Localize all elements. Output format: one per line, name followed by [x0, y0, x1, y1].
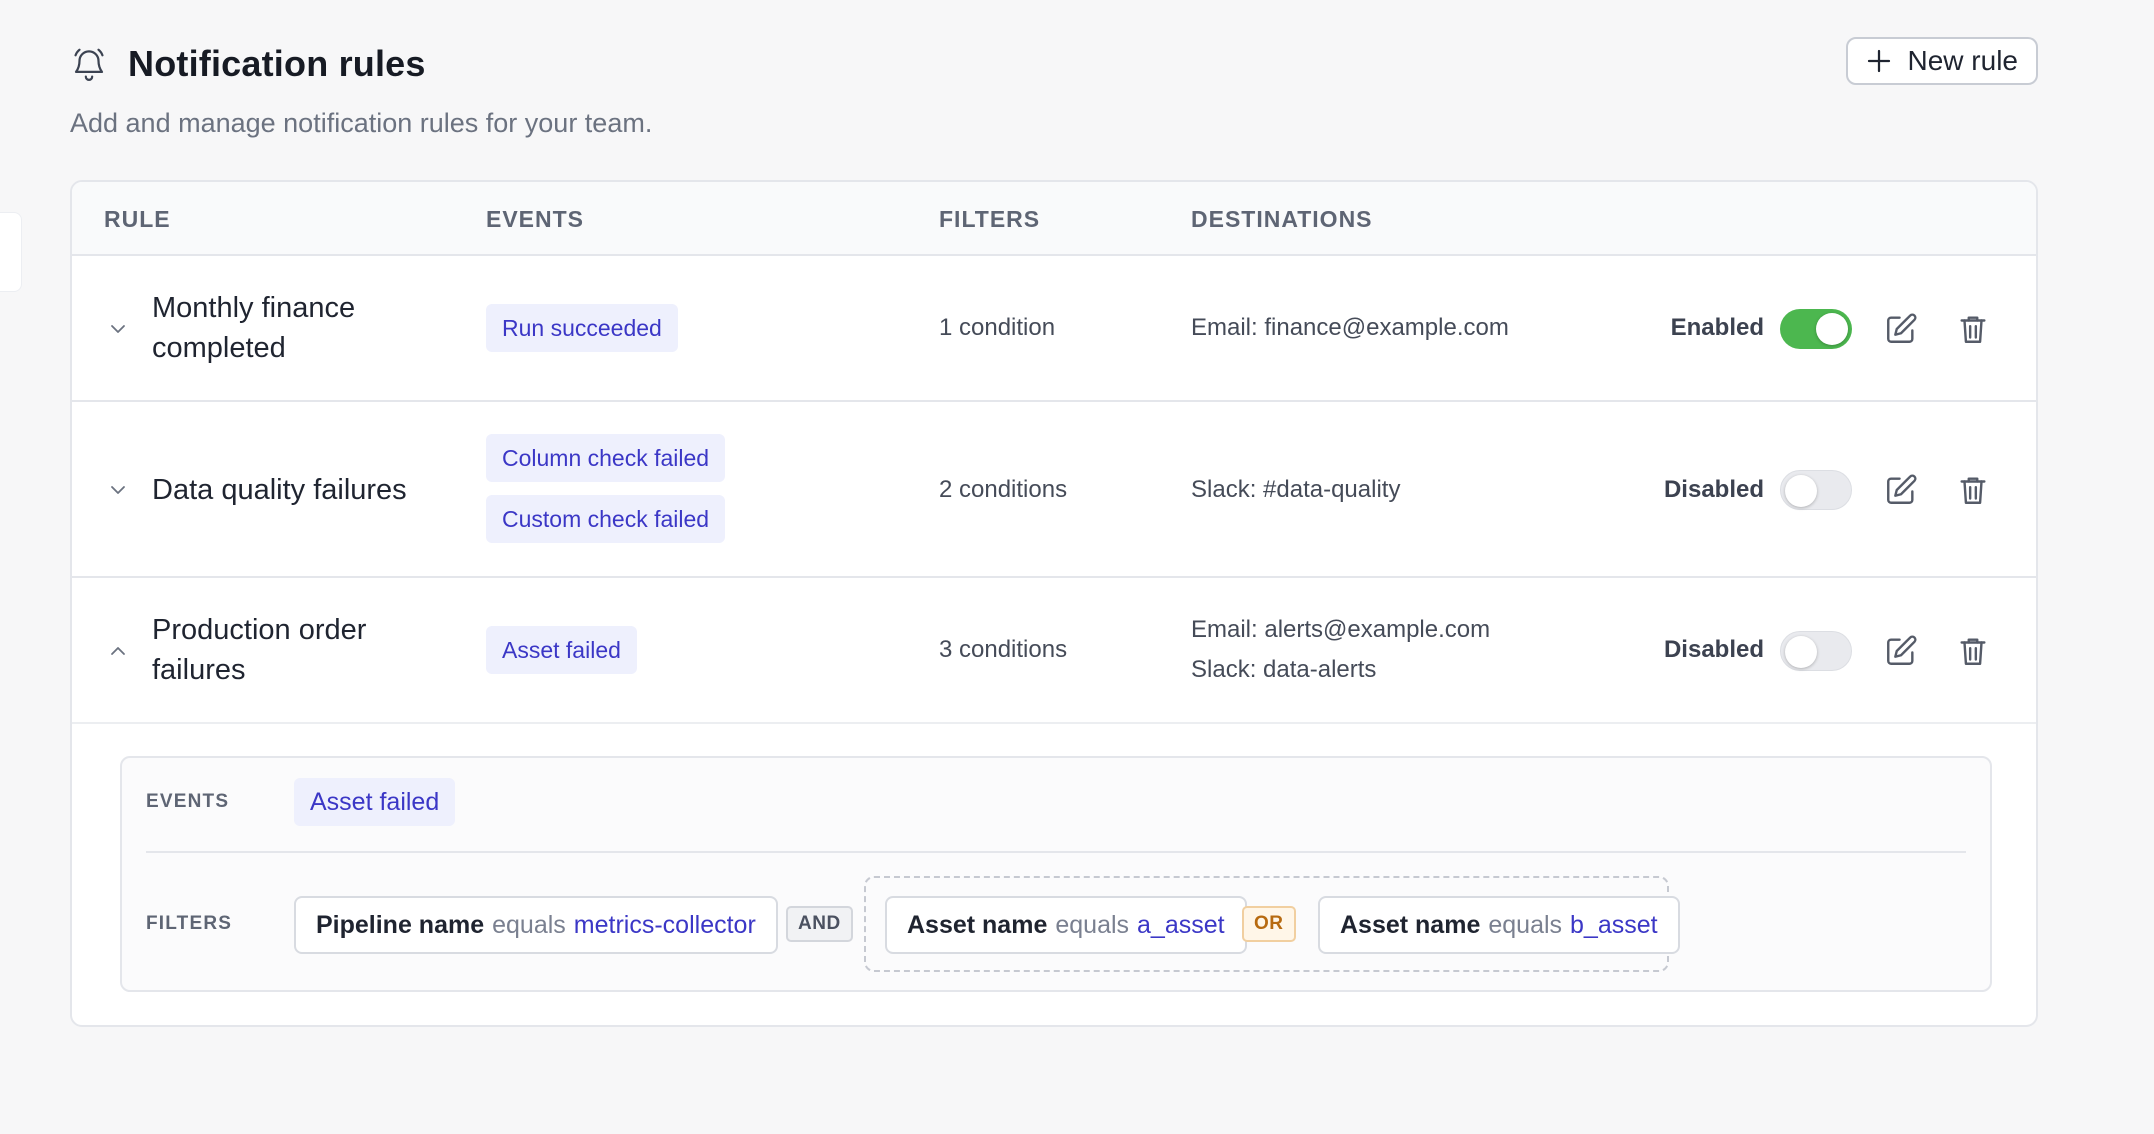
rules-table: RULE EVENTS FILTERS DESTINATIONS Monthly… [70, 180, 2038, 1027]
condition-field: Asset name [907, 910, 1048, 939]
or-operator-badge: OR [1242, 906, 1296, 942]
chevron-down-icon[interactable] [106, 317, 130, 341]
toggle-knob [1816, 313, 1848, 345]
edit-icon[interactable] [1884, 312, 1918, 346]
toggle-knob [1785, 475, 1817, 507]
condition-value: b_asset [1570, 910, 1658, 939]
edit-icon[interactable] [1884, 473, 1918, 507]
condition-field: Pipeline name [316, 910, 485, 939]
rule-name: Production order failures [152, 614, 367, 686]
column-header-events: EVENTS [486, 206, 585, 232]
rule-details-section: EVENTS Asset failed FILTERS Pipeline nam… [72, 724, 2036, 1024]
filter-count: 1 condition [939, 314, 1056, 341]
filter-count: 3 conditions [939, 636, 1068, 663]
new-rule-button[interactable]: New rule [1845, 37, 2038, 85]
side-panel-handle[interactable] [0, 212, 22, 292]
status-label: Disabled [1663, 636, 1764, 663]
details-filters-label: FILTERS [146, 913, 233, 934]
column-header-rule: RULE [104, 206, 171, 232]
details-events-label: EVENTS [146, 791, 230, 812]
details-event-tag: Asset failed [294, 778, 456, 826]
filter-condition-chip: Pipeline name equals metrics-collector [294, 896, 778, 954]
details-divider [146, 851, 1966, 853]
filter-condition-chip: Asset name equals a_asset [885, 896, 1247, 954]
filter-condition-chip: Asset name equals b_asset [1318, 896, 1680, 954]
status-label: Enabled [1670, 314, 1764, 341]
event-tag: Asset failed [486, 626, 637, 674]
column-header-destinations: DESTINATIONS [1191, 206, 1373, 232]
rule-name: Data quality failures [152, 474, 407, 506]
destination: Email: finance@example.com [1191, 314, 1509, 341]
enabled-toggle[interactable] [1780, 309, 1852, 349]
enabled-toggle[interactable] [1780, 631, 1852, 671]
column-header-filters: FILTERS [939, 206, 1041, 232]
table-row[interactable]: Data quality failures Column check faile… [72, 402, 2036, 578]
filter-count: 2 conditions [939, 476, 1068, 503]
page-header: Notification rules Add and manage notifi… [70, 37, 2038, 140]
condition-field: Asset name [1340, 910, 1481, 939]
trash-icon[interactable] [1956, 473, 1990, 507]
condition-operator: equals [1055, 910, 1130, 939]
page-title: Notification rules [128, 43, 426, 84]
table-row[interactable]: Production order failures Asset failed 3… [72, 578, 2036, 724]
condition-value: a_asset [1137, 910, 1225, 939]
destination: Slack: data-alerts [1191, 656, 1377, 683]
bell-icon [74, 48, 104, 81]
edit-icon[interactable] [1884, 634, 1918, 668]
trash-icon[interactable] [1956, 312, 1990, 346]
and-operator-badge: AND [786, 906, 853, 942]
chevron-down-icon[interactable] [106, 478, 130, 502]
plus-icon [1867, 49, 1890, 73]
condition-operator: equals [1488, 910, 1563, 939]
chevron-up-icon[interactable] [106, 639, 130, 663]
table-header: RULE EVENTS FILTERS DESTINATIONS [72, 182, 2036, 256]
condition-operator: equals [492, 910, 566, 939]
event-tag: Column check failed [486, 434, 726, 482]
status-label: Disabled [1663, 476, 1764, 503]
notification-rules-page: Notification rules Add and manage notifi… [0, 0, 2154, 1134]
table-row[interactable]: Monthly finance completed Run succeeded … [72, 256, 2036, 402]
event-tag: Run succeeded [486, 304, 678, 352]
destination: Slack: #data-quality [1191, 476, 1401, 503]
condition-value: metrics-collector [573, 910, 756, 939]
new-rule-label: New rule [1907, 45, 2018, 76]
title-row: Notification rules [70, 40, 2038, 88]
trash-icon[interactable] [1956, 634, 1990, 668]
page-subtitle: Add and manage notification rules for yo… [70, 108, 653, 138]
toggle-knob [1785, 636, 1817, 668]
event-tag: Custom check failed [486, 495, 726, 543]
destination: Email: alerts@example.com [1191, 616, 1491, 643]
rule-details-panel: EVENTS Asset failed FILTERS Pipeline nam… [120, 756, 1992, 992]
enabled-toggle[interactable] [1780, 470, 1852, 510]
rule-name: Monthly finance completed [152, 292, 356, 364]
